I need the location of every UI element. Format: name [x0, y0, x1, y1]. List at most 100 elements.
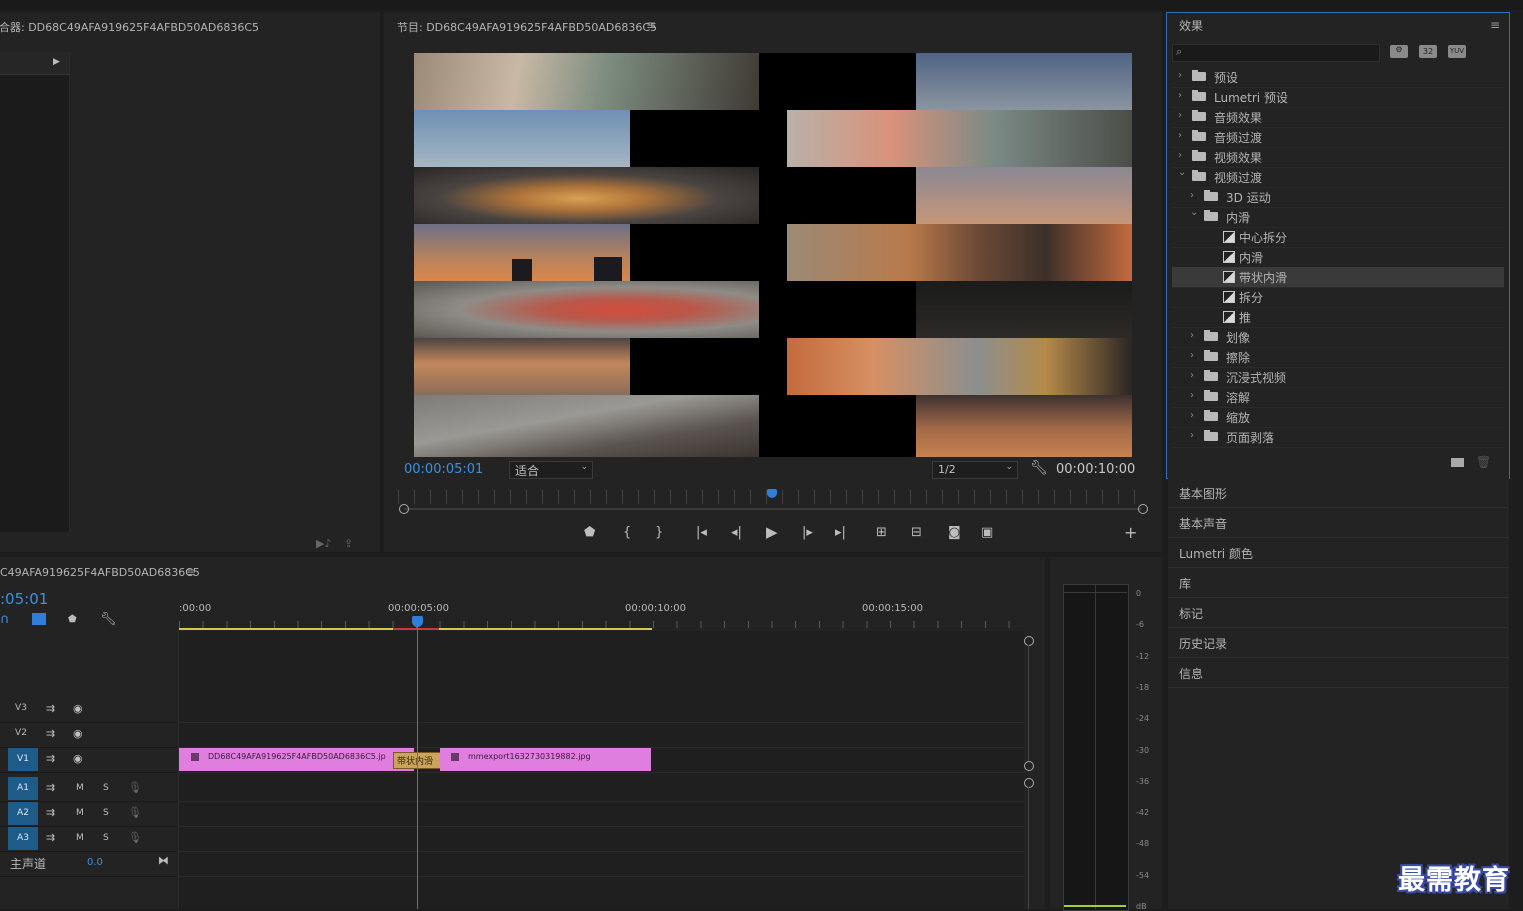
- panel-menu-icon[interactable]: ≡: [646, 18, 656, 32]
- mute-button[interactable]: M: [76, 783, 84, 793]
- source-panel-title[interactable]: 混合器: DD68C49AFA919625F4AFBD50AD6836C5: [0, 19, 259, 35]
- side-panel-tab[interactable]: 基本声音: [1168, 508, 1509, 538]
- effects-tree-item[interactable]: › 擦除: [1172, 347, 1504, 368]
- eye-icon[interactable]: ◉: [73, 727, 83, 740]
- panel-menu-icon[interactable]: ≡: [186, 565, 196, 579]
- scroll-handle-left[interactable]: [399, 504, 409, 514]
- effects-tree-item[interactable]: › 沉浸式视频: [1172, 367, 1504, 388]
- side-panel-tab[interactable]: 标记: [1168, 598, 1509, 628]
- camera-icon[interactable]: ◙: [948, 525, 961, 540]
- side-panel-tab[interactable]: 基本图形: [1168, 478, 1509, 508]
- add-marker-icon[interactable]: ⬟: [584, 525, 595, 540]
- clip-2[interactable]: mmexport1632730319882.jpg: [440, 748, 651, 771]
- effects-tree-item[interactable]: 内滑: [1172, 247, 1504, 268]
- step-back-icon[interactable]: ◂|: [731, 525, 742, 540]
- chevron-right-icon[interactable]: ›: [1190, 190, 1194, 201]
- side-panel-tab[interactable]: 信息: [1168, 658, 1509, 688]
- chevron-right-icon[interactable]: ›: [1178, 130, 1182, 141]
- solo-button[interactable]: S: [103, 808, 109, 818]
- chevron-right-icon[interactable]: ›: [1190, 430, 1194, 441]
- timeline-title[interactable]: C49AFA919625F4AFBD50AD6836C5: [0, 566, 200, 579]
- lane-a1[interactable]: [179, 777, 1024, 802]
- track-label[interactable]: V2: [10, 728, 32, 738]
- chevron-down-icon[interactable]: ⌄: [1178, 167, 1186, 178]
- mic-icon[interactable]: 🎙︎: [128, 831, 142, 844]
- mic-icon[interactable]: 🎙︎: [128, 806, 142, 819]
- side-panel-tab[interactable]: 历史记录: [1168, 628, 1509, 658]
- effects-tree-item[interactable]: › 划像: [1172, 327, 1504, 348]
- lane-master[interactable]: [179, 852, 1024, 877]
- sync-lock-icon[interactable]: ⇉: [46, 702, 55, 715]
- add-marker-icon[interactable]: ⬟: [68, 614, 77, 625]
- effects-tree-item[interactable]: › 音频过渡: [1172, 127, 1504, 148]
- effects-tree-item[interactable]: 拆分: [1172, 287, 1504, 308]
- timeline-settings-icon[interactable]: 🔧︎: [100, 612, 117, 627]
- effects-tree-item[interactable]: › 视频效果: [1172, 147, 1504, 168]
- chevron-right-icon[interactable]: ›: [1190, 330, 1194, 341]
- clip-1[interactable]: DD68C49AFA919625F4AFBD50AD6836C5.jp: [179, 748, 414, 771]
- effects-tree-item[interactable]: 带状内滑: [1172, 267, 1504, 288]
- chevron-right-icon[interactable]: ›: [1178, 90, 1182, 101]
- sync-lock-icon[interactable]: ⇉: [46, 752, 55, 765]
- chevron-right-icon[interactable]: ›: [1190, 350, 1194, 361]
- eye-icon[interactable]: ◉: [73, 752, 83, 765]
- mark-in-icon[interactable]: {: [623, 525, 631, 540]
- yuv-effects-icon[interactable]: YUV: [1448, 45, 1466, 58]
- track-label[interactable]: A2: [8, 802, 38, 825]
- program-timecode[interactable]: 00:00:05:01: [404, 462, 483, 477]
- scroll-handle[interactable]: [1024, 778, 1034, 788]
- add-button-icon[interactable]: +: [1124, 523, 1137, 542]
- resolution-dropdown[interactable]: 1/2 ⌄: [932, 461, 1018, 479]
- mute-button[interactable]: M: [76, 808, 84, 818]
- sync-lock-icon[interactable]: ⇉: [46, 781, 55, 794]
- mute-button[interactable]: M: [76, 833, 84, 843]
- sync-lock-icon[interactable]: ⇉: [46, 831, 55, 844]
- timeline-playhead-head[interactable]: [412, 616, 423, 627]
- new-bin-icon[interactable]: [1451, 458, 1464, 467]
- mark-out-icon[interactable]: }: [655, 525, 663, 540]
- effects-tree-item[interactable]: 中心拆分: [1172, 227, 1504, 248]
- comparison-view-icon[interactable]: ▣: [981, 525, 993, 540]
- chevron-right-icon[interactable]: ›: [1178, 110, 1182, 121]
- side-panel-tab[interactable]: Lumetri 颜色: [1168, 538, 1509, 568]
- go-to-in-icon[interactable]: |◂: [696, 525, 707, 540]
- timeline-timecode[interactable]: :05:01: [0, 590, 48, 608]
- audio-export-icon[interactable]: ▶♪: [316, 537, 331, 550]
- chevron-down-icon[interactable]: ⌄: [1190, 207, 1198, 218]
- scroll-handle-right[interactable]: [1138, 504, 1148, 514]
- export-icon[interactable]: ⇪: [344, 537, 353, 550]
- scroll-handle[interactable]: [1024, 761, 1034, 771]
- scroll-track[interactable]: [1028, 787, 1029, 909]
- chevron-right-icon[interactable]: ›: [1190, 390, 1194, 401]
- solo-button[interactable]: S: [103, 783, 109, 793]
- play-icon[interactable]: ▶: [766, 523, 778, 541]
- effects-tree-item[interactable]: ⌄ 内滑: [1172, 207, 1504, 228]
- lane-v3[interactable]: [179, 698, 1024, 723]
- chevron-right-icon[interactable]: ›: [1178, 150, 1182, 161]
- side-panel-tab[interactable]: 库: [1168, 568, 1509, 598]
- delete-icon[interactable]: 🗑︎: [1476, 455, 1491, 469]
- 32bit-effects-icon[interactable]: 32: [1419, 45, 1437, 58]
- chevron-right-icon[interactable]: ›: [1178, 70, 1182, 81]
- expand-right-icon[interactable]: ▶: [53, 57, 60, 67]
- step-forward-icon[interactable]: |▸: [802, 525, 813, 540]
- monitor-scroll-track[interactable]: [404, 508, 1142, 510]
- effects-tree-item[interactable]: 推: [1172, 307, 1504, 328]
- track-label[interactable]: A1: [8, 777, 38, 800]
- fit-dropdown[interactable]: 适合 ⌄: [509, 461, 593, 479]
- effects-tree-item[interactable]: › Lumetri 预设: [1172, 87, 1504, 108]
- track-label[interactable]: A3: [8, 827, 38, 850]
- track-label[interactable]: V3: [10, 703, 32, 713]
- lane-a2[interactable]: [179, 802, 1024, 827]
- lane-v2[interactable]: [179, 723, 1024, 748]
- effects-tree-item[interactable]: › 缩放: [1172, 407, 1504, 428]
- program-monitor-title[interactable]: 节目: DD68C49AFA919625F4AFBD50AD6836C5: [397, 19, 657, 35]
- effects-panel-title[interactable]: 效果: [1179, 17, 1203, 34]
- eye-icon[interactable]: ◉: [73, 702, 83, 715]
- solo-button[interactable]: S: [103, 833, 109, 843]
- lane-a3[interactable]: [179, 827, 1024, 852]
- sync-lock-icon[interactable]: ⇉: [46, 727, 55, 740]
- extract-icon[interactable]: ⊟: [911, 525, 922, 540]
- go-to-edges-icon[interactable]: ⧓: [158, 854, 169, 867]
- chevron-right-icon[interactable]: ›: [1190, 410, 1194, 421]
